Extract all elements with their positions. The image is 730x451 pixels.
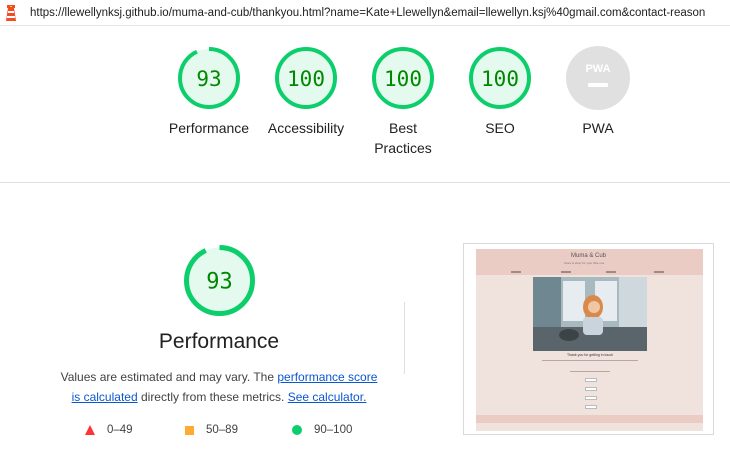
preview-thanks: Thank you for getting in touch: [566, 353, 614, 357]
legend-fail-range: 0–49: [107, 424, 133, 436]
score-legend: 0–49 50–89 90–100: [0, 424, 420, 440]
gauge-accessibility[interactable]: 100 Accessibility: [256, 46, 356, 138]
gauge-accessibility-label: Accessibility: [267, 120, 345, 136]
gauge-performance-ring-icon: 93: [178, 47, 240, 109]
legend-pass-range: 90–100: [314, 424, 353, 436]
see-calculator-link[interactable]: See calculator.: [288, 390, 367, 404]
gauge-seo-score: 100: [481, 67, 519, 91]
gauge-pwa[interactable]: PWA PWA: [548, 46, 648, 138]
screenshot-page: Muma & Cub Store & shop for your little …: [476, 249, 703, 431]
performance-title: Performance: [158, 330, 280, 353]
performance-description: Values are estimated and may vary. The p…: [54, 367, 384, 407]
circle-icon: [292, 425, 302, 435]
gauge-best-practices[interactable]: 100 Best Practices: [353, 46, 453, 158]
pwa-badge-icon: PWA: [566, 46, 630, 110]
score-summary: 93 Performance 100 Accessibility 100 Bes…: [0, 26, 730, 183]
gauge-accessibility-score: 100: [287, 67, 325, 91]
preview-hero-photo: [533, 277, 647, 351]
section-divider: [0, 182, 730, 183]
performance-score-link[interactable]: performance score: [277, 370, 377, 384]
url-text[interactable]: https://llewellynksj.github.io/muma-and-…: [30, 7, 705, 19]
gauge-best-practices-ring-icon: 100: [372, 47, 434, 109]
is-calculated-link[interactable]: is calculated: [72, 390, 138, 404]
desc-middle: directly from these metrics.: [137, 390, 288, 404]
pwa-badge-text: PWA: [585, 63, 610, 75]
legend-average: 50–89: [185, 424, 238, 436]
gauge-seo[interactable]: 100 SEO: [450, 46, 550, 138]
triangle-icon: [85, 425, 95, 435]
legend-fail: 0–49: [85, 424, 133, 436]
preview-footer: [476, 415, 703, 423]
lighthouse-logo-icon: [6, 4, 16, 21]
preview-header: Muma & Cub Store & shop for your little …: [476, 249, 703, 270]
desc-prefix: Values are estimated and may vary. The: [60, 370, 278, 384]
preview-brand: Muma & Cub: [571, 253, 607, 259]
performance-gauge: 93: [184, 245, 255, 316]
preview-tagline: Store & shop for your little one: [564, 261, 605, 265]
gauge-performance[interactable]: 93 Performance: [159, 46, 259, 138]
performance-score: 93: [206, 270, 233, 295]
gauge-pwa-label: PWA: [582, 120, 614, 136]
gauge-seo-label: SEO: [485, 120, 515, 136]
legend-average-range: 50–89: [206, 424, 238, 436]
gauge-best-practices-score: 100: [384, 67, 422, 91]
vertical-separator: [404, 302, 405, 374]
gauge-best-practices-label: Best Practices: [374, 120, 432, 156]
preview-nav: [476, 270, 703, 275]
legend-pass: 90–100: [292, 424, 352, 436]
gauge-accessibility-ring-icon: 100: [275, 47, 337, 109]
gauge-performance-score: 93: [196, 67, 221, 91]
address-bar: https://llewellynksj.github.io/muma-and-…: [0, 0, 730, 26]
gauge-performance-label: Performance: [168, 120, 250, 136]
final-screenshot[interactable]: Muma & Cub Store & shop for your little …: [463, 243, 714, 435]
square-icon: [185, 425, 194, 435]
gauge-seo-ring-icon: 100: [469, 47, 531, 109]
